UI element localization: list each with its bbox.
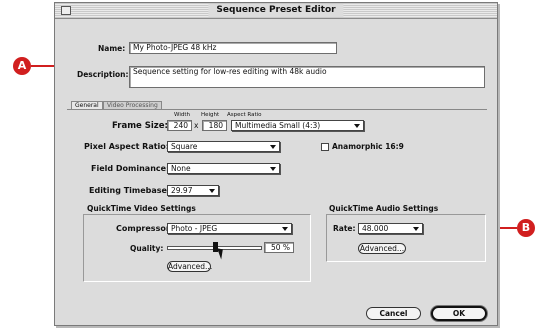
sequence-preset-editor-window: Sequence Preset Editor Name: My Photo-JP… bbox=[54, 2, 498, 326]
aspect-ratio-header: Aspect Ratio bbox=[227, 112, 262, 118]
popup-arrow-icon bbox=[413, 227, 419, 231]
editing-timebase-popup[interactable]: 29.97 bbox=[167, 185, 219, 196]
callout-a-marker: A bbox=[13, 57, 31, 75]
close-box-icon[interactable] bbox=[61, 6, 71, 15]
name-field[interactable]: My Photo-JPEG 48 kHz bbox=[129, 42, 337, 54]
pixel-aspect-popup[interactable]: Square bbox=[167, 141, 280, 152]
compressor-value: Photo - JPEG bbox=[171, 224, 218, 233]
rate-value: 48.000 bbox=[362, 224, 389, 233]
editing-timebase-label: Editing Timebase: bbox=[89, 186, 171, 195]
compressor-label: Compressor: bbox=[116, 224, 173, 233]
tab-divider bbox=[67, 109, 487, 110]
frame-size-label: Frame Size: bbox=[112, 121, 168, 131]
video-advanced-button[interactable]: Advanced... bbox=[167, 261, 212, 272]
anamorphic-checkbox[interactable] bbox=[321, 143, 329, 151]
field-dominance-popup[interactable]: None bbox=[167, 163, 280, 174]
pixel-aspect-value: Square bbox=[171, 142, 198, 151]
popup-arrow-icon bbox=[282, 227, 288, 231]
field-dominance-value: None bbox=[171, 164, 191, 173]
rate-label: Rate: bbox=[333, 224, 356, 233]
audio-settings-heading: QuickTime Audio Settings bbox=[329, 204, 439, 213]
popup-arrow-icon bbox=[270, 167, 276, 171]
frame-size-x-separator: x bbox=[194, 121, 199, 130]
pixel-aspect-label: Pixel Aspect Ratio: bbox=[84, 142, 169, 151]
cancel-button[interactable]: Cancel bbox=[366, 307, 421, 320]
aspect-ratio-popup[interactable]: Multimedia Small (4:3) bbox=[231, 120, 364, 131]
rate-popup[interactable]: 48.000 bbox=[358, 223, 423, 234]
window-title: Sequence Preset Editor bbox=[208, 4, 344, 17]
popup-arrow-icon bbox=[270, 145, 276, 149]
ok-button[interactable]: OK bbox=[431, 306, 487, 321]
name-label: Name: bbox=[98, 44, 126, 53]
aspect-ratio-value: Multimedia Small (4:3) bbox=[235, 121, 321, 130]
page: A B Sequence Preset Editor Name: My Phot… bbox=[0, 0, 541, 329]
quality-label: Quality: bbox=[130, 244, 164, 253]
width-header: Width bbox=[174, 112, 190, 118]
anamorphic-label: Anamorphic 16:9 bbox=[332, 142, 404, 151]
frame-width-field[interactable]: 240 bbox=[167, 120, 192, 131]
quality-percent-field[interactable]: 50 % bbox=[264, 242, 294, 253]
compressor-popup[interactable]: Photo - JPEG bbox=[167, 223, 292, 234]
description-label: Description: bbox=[77, 70, 129, 79]
audio-advanced-button[interactable]: Advanced... bbox=[358, 243, 406, 254]
field-dominance-label: Field Dominance: bbox=[91, 164, 170, 173]
height-header: Height bbox=[201, 112, 220, 118]
description-field[interactable]: Sequence setting for low-res editing wit… bbox=[129, 66, 485, 88]
popup-arrow-icon bbox=[354, 124, 360, 128]
callout-b-marker: B bbox=[517, 219, 535, 237]
editing-timebase-value: 29.97 bbox=[171, 186, 193, 195]
title-bar[interactable]: Sequence Preset Editor bbox=[55, 3, 497, 19]
video-settings-heading: QuickTime Video Settings bbox=[87, 204, 196, 213]
frame-height-field[interactable]: 180 bbox=[202, 120, 227, 131]
audio-settings-group bbox=[326, 214, 486, 262]
popup-arrow-icon bbox=[209, 189, 215, 193]
